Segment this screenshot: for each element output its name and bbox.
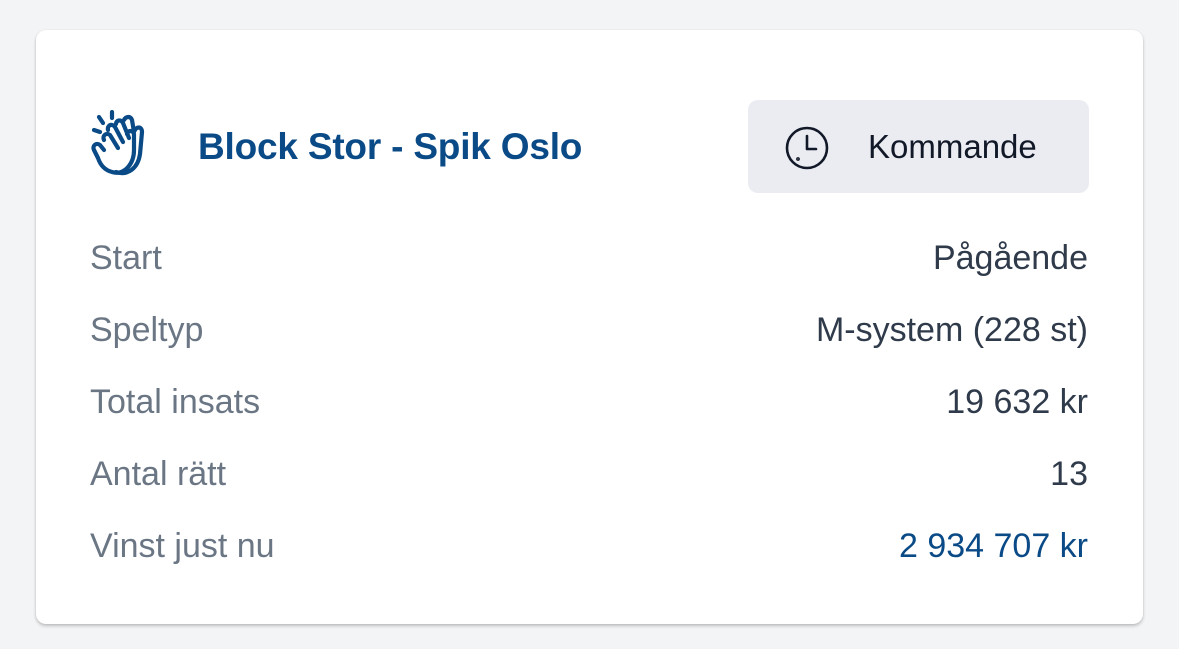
- detail-value: 13: [1050, 455, 1088, 493]
- details-list: Start Pågående Speltyp M-system (228 st)…: [90, 230, 1088, 590]
- bet-summary-card: Block Stor - Spik Oslo Kommande Start På…: [36, 30, 1143, 624]
- detail-label: Speltyp: [90, 311, 204, 349]
- detail-label: Antal rätt: [90, 455, 227, 493]
- card-header: Block Stor - Spik Oslo Kommande: [90, 100, 1089, 194]
- status-chip-button[interactable]: Kommande: [748, 100, 1089, 193]
- detail-label: Start: [90, 239, 162, 277]
- detail-value: Pågående: [932, 239, 1088, 277]
- detail-row-speltyp: Speltyp M-system (228 st): [90, 302, 1088, 374]
- clapping-hands-icon: [91, 110, 145, 176]
- detail-value: M-system (228 st): [815, 311, 1088, 349]
- status-label: Kommande: [868, 128, 1037, 165]
- card-title: Block Stor - Spik Oslo: [198, 126, 583, 167]
- detail-row-total-insats: Total insats 19 632 kr: [90, 374, 1088, 446]
- winnings-value: 2 934 707 kr: [898, 527, 1088, 565]
- detail-row-vinst-just-nu: Vinst just nu 2 934 707 kr: [90, 518, 1088, 590]
- detail-row-start: Start Pågående: [90, 230, 1088, 302]
- detail-row-antal-ratt: Antal rätt 13: [90, 446, 1088, 518]
- detail-label: Total insats: [90, 383, 261, 421]
- detail-value: 19 632 kr: [946, 383, 1088, 421]
- clock-icon: [785, 126, 829, 170]
- detail-label: Vinst just nu: [90, 527, 275, 565]
